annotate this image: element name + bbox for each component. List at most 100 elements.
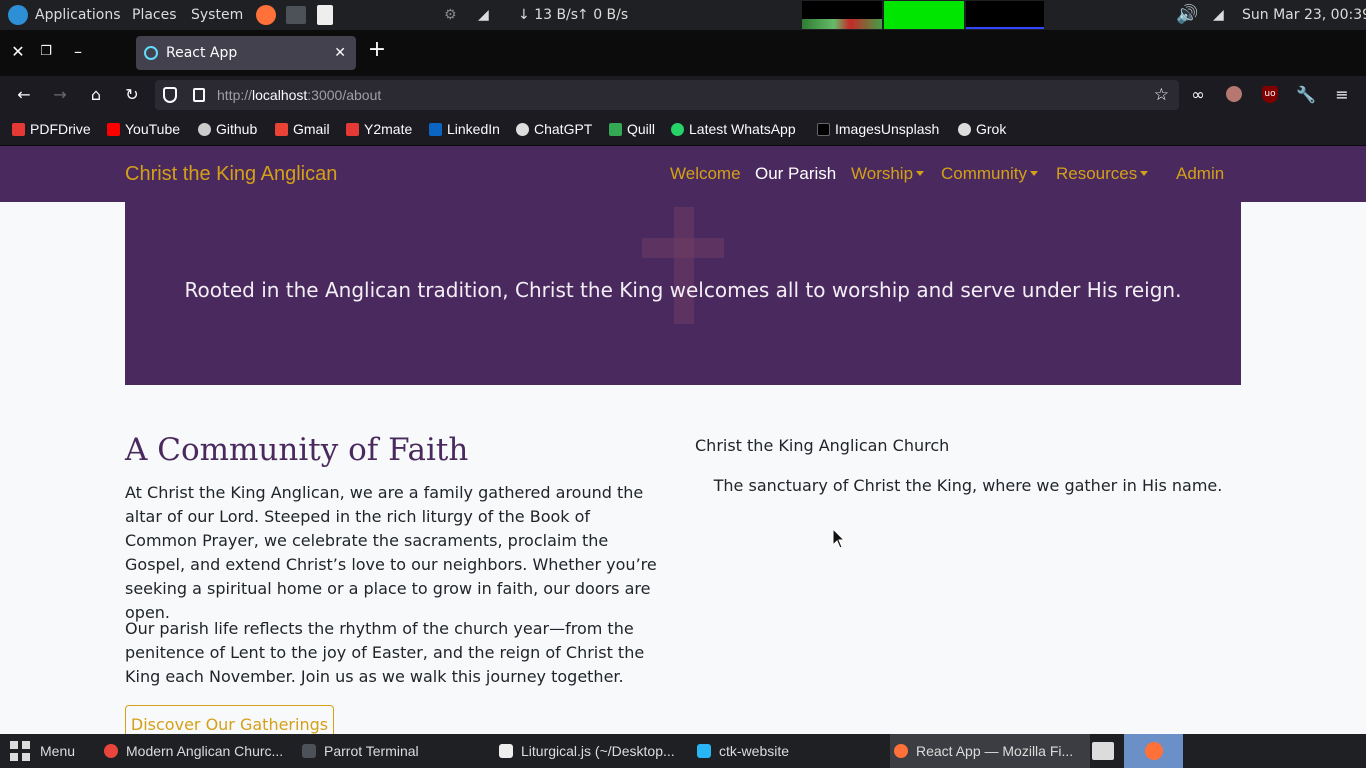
parrot-logo-icon[interactable] xyxy=(8,0,28,30)
bookmark-label: Y2mate xyxy=(364,121,413,137)
bookmark-grok[interactable]: Grok xyxy=(958,114,1006,145)
bookmark-y2mate[interactable]: Y2mate xyxy=(346,114,412,145)
start-menu-button[interactable]: Menu xyxy=(10,734,90,768)
cross-icon xyxy=(674,207,694,324)
hamburger-menu-icon[interactable]: ≡ xyxy=(1332,85,1352,105)
net-down-value: 13 B/s xyxy=(534,7,579,23)
bookmark-chatgpt[interactable]: ChatGPT xyxy=(516,114,592,145)
wrench-icon[interactable]: 🔧 xyxy=(1296,85,1316,105)
bookmark-quill[interactable]: Quill xyxy=(609,114,655,145)
nav-resources-dropdown[interactable]: Resources xyxy=(1056,146,1149,202)
window-restore-icon[interactable]: ❐ xyxy=(38,42,54,62)
firefox-launcher-icon[interactable] xyxy=(256,0,276,30)
menu-label: Menu xyxy=(40,743,76,759)
home-icon[interactable]: ⌂ xyxy=(86,85,106,105)
grid-icon xyxy=(10,741,30,761)
tab-react-app[interactable]: React App ✕ xyxy=(136,36,356,70)
task-chrome[interactable]: Modern Anglican Churc... xyxy=(104,734,294,768)
system-menu[interactable]: System xyxy=(191,0,243,30)
terminal-launcher-icon[interactable] xyxy=(286,0,306,30)
page-content: Rooted in the Anglican tradition, Christ… xyxy=(0,202,1366,734)
browser-tab-bar: ✕ ❐ – React App ✕ + xyxy=(0,30,1366,76)
mouse-cursor-icon xyxy=(832,528,846,549)
bookmark-star-icon[interactable]: ☆ xyxy=(1154,80,1169,110)
whatsapp-icon xyxy=(671,123,684,136)
window-minimize-icon[interactable]: – xyxy=(70,42,86,62)
applications-menu[interactable]: Applications xyxy=(35,0,121,30)
image-caption: The sanctuary of Christ the King, where … xyxy=(713,476,1223,495)
bookmark-label: ImagesUnsplash xyxy=(835,121,940,137)
nav-worship-dropdown[interactable]: Worship xyxy=(851,146,925,202)
ublock-icon[interactable]: uo xyxy=(1262,86,1278,103)
network-wifi-icon[interactable]: ◢ xyxy=(478,0,489,30)
bottom-taskbar: Menu Modern Anglican Churc... Parrot Ter… xyxy=(0,734,1366,768)
profile-avatar-icon[interactable] xyxy=(1226,86,1242,102)
places-menu[interactable]: Places xyxy=(132,0,177,30)
bookmark-label: Latest WhatsApp xyxy=(689,121,796,137)
unsplash-icon xyxy=(817,123,830,136)
chevron-down-icon xyxy=(1029,171,1038,176)
task-firefox[interactable]: React App — Mozilla Fi... xyxy=(890,734,1090,768)
task-terminal[interactable]: Parrot Terminal xyxy=(302,734,482,768)
nav-community-dropdown[interactable]: Community xyxy=(941,146,1038,202)
firefox-workspace-icon xyxy=(1144,742,1163,760)
site-navbar: Christ the King Anglican Welcome Our Par… xyxy=(0,146,1366,202)
nav-admin[interactable]: Admin xyxy=(1176,146,1224,202)
gmail-icon xyxy=(275,123,288,136)
bookmark-github[interactable]: Github xyxy=(198,114,257,145)
parish-life-paragraph: Our parish life reflects the rhythm of t… xyxy=(125,619,645,686)
clock[interactable]: Sun Mar 23, 00:39 xyxy=(1242,0,1366,30)
youtube-icon xyxy=(107,123,120,136)
bookmark-label: ChatGPT xyxy=(534,121,593,137)
wifi-signal-icon[interactable]: ◢ xyxy=(1213,0,1224,30)
bookmark-linkedin[interactable]: LinkedIn xyxy=(429,114,500,145)
nav-community-label: Community xyxy=(941,164,1027,183)
text-editor-launcher-icon[interactable] xyxy=(317,0,333,30)
task-file-manager[interactable]: ctk-website xyxy=(697,734,877,768)
tab-close-icon[interactable]: ✕ xyxy=(334,36,346,70)
bookmark-unsplash[interactable]: ImagesUnsplash xyxy=(817,114,939,145)
nav-our-parish[interactable]: Our Parish xyxy=(755,146,836,202)
net-up-value: 0 B/s xyxy=(593,7,629,23)
private-mask-icon[interactable]: ∞ xyxy=(1188,85,1208,105)
nav-resources-label: Resources xyxy=(1056,164,1138,183)
back-icon[interactable]: ← xyxy=(14,85,34,105)
site-brand[interactable]: Christ the King Anglican xyxy=(125,146,337,202)
tracking-shield-icon[interactable] xyxy=(163,87,177,103)
bookmark-pdfdrive[interactable]: PDFDrive xyxy=(12,114,91,145)
hero-tagline: Rooted in the Anglican tradition, Christ… xyxy=(184,278,1182,302)
grok-icon xyxy=(958,123,971,136)
text-editor-icon xyxy=(499,744,513,758)
task-label: React App — Mozilla Fi... xyxy=(916,743,1074,759)
bookmark-whatsapp[interactable]: Latest WhatsApp xyxy=(671,114,796,145)
bookmark-youtube[interactable]: YouTube xyxy=(107,114,180,145)
cross-icon-arm xyxy=(642,238,724,258)
page-info-icon[interactable] xyxy=(193,88,205,102)
new-tab-icon[interactable]: + xyxy=(366,39,388,61)
workspace-switcher-icon[interactable] xyxy=(1092,734,1118,768)
window-close-icon[interactable]: ✕ xyxy=(10,42,26,62)
workspace-1[interactable] xyxy=(1124,734,1183,768)
forward-icon[interactable]: → xyxy=(50,85,70,105)
section-heading: A Community of Faith xyxy=(125,432,469,468)
bookmark-gmail[interactable]: Gmail xyxy=(275,114,330,145)
network-graph xyxy=(966,0,1044,30)
volume-icon[interactable]: 🔊 xyxy=(1176,0,1198,30)
task-editor[interactable]: Liturgical.js (~/Desktop... xyxy=(499,734,689,768)
discover-gatherings-button[interactable]: Discover Our Gatherings xyxy=(125,705,334,734)
url-text[interactable]: http://localhost:3000/about xyxy=(217,80,381,110)
pdfdrive-icon xyxy=(12,123,25,136)
y2mate-icon xyxy=(346,123,359,136)
settings-applet-icon[interactable]: ⚙ xyxy=(444,0,457,30)
chevron-down-icon xyxy=(1140,171,1149,176)
chatgpt-icon xyxy=(516,123,529,136)
cpu-graph xyxy=(802,0,882,30)
nav-welcome[interactable]: Welcome xyxy=(670,146,741,202)
bookmark-label: PDFDrive xyxy=(30,121,91,137)
task-label: Parrot Terminal xyxy=(324,743,419,759)
reload-icon[interactable]: ↻ xyxy=(122,85,142,105)
url-path: :3000/about xyxy=(307,87,382,103)
url-bar[interactable]: http://localhost:3000/about ☆ xyxy=(155,80,1179,110)
react-logo-icon xyxy=(144,46,158,60)
memory-graph xyxy=(884,0,964,30)
